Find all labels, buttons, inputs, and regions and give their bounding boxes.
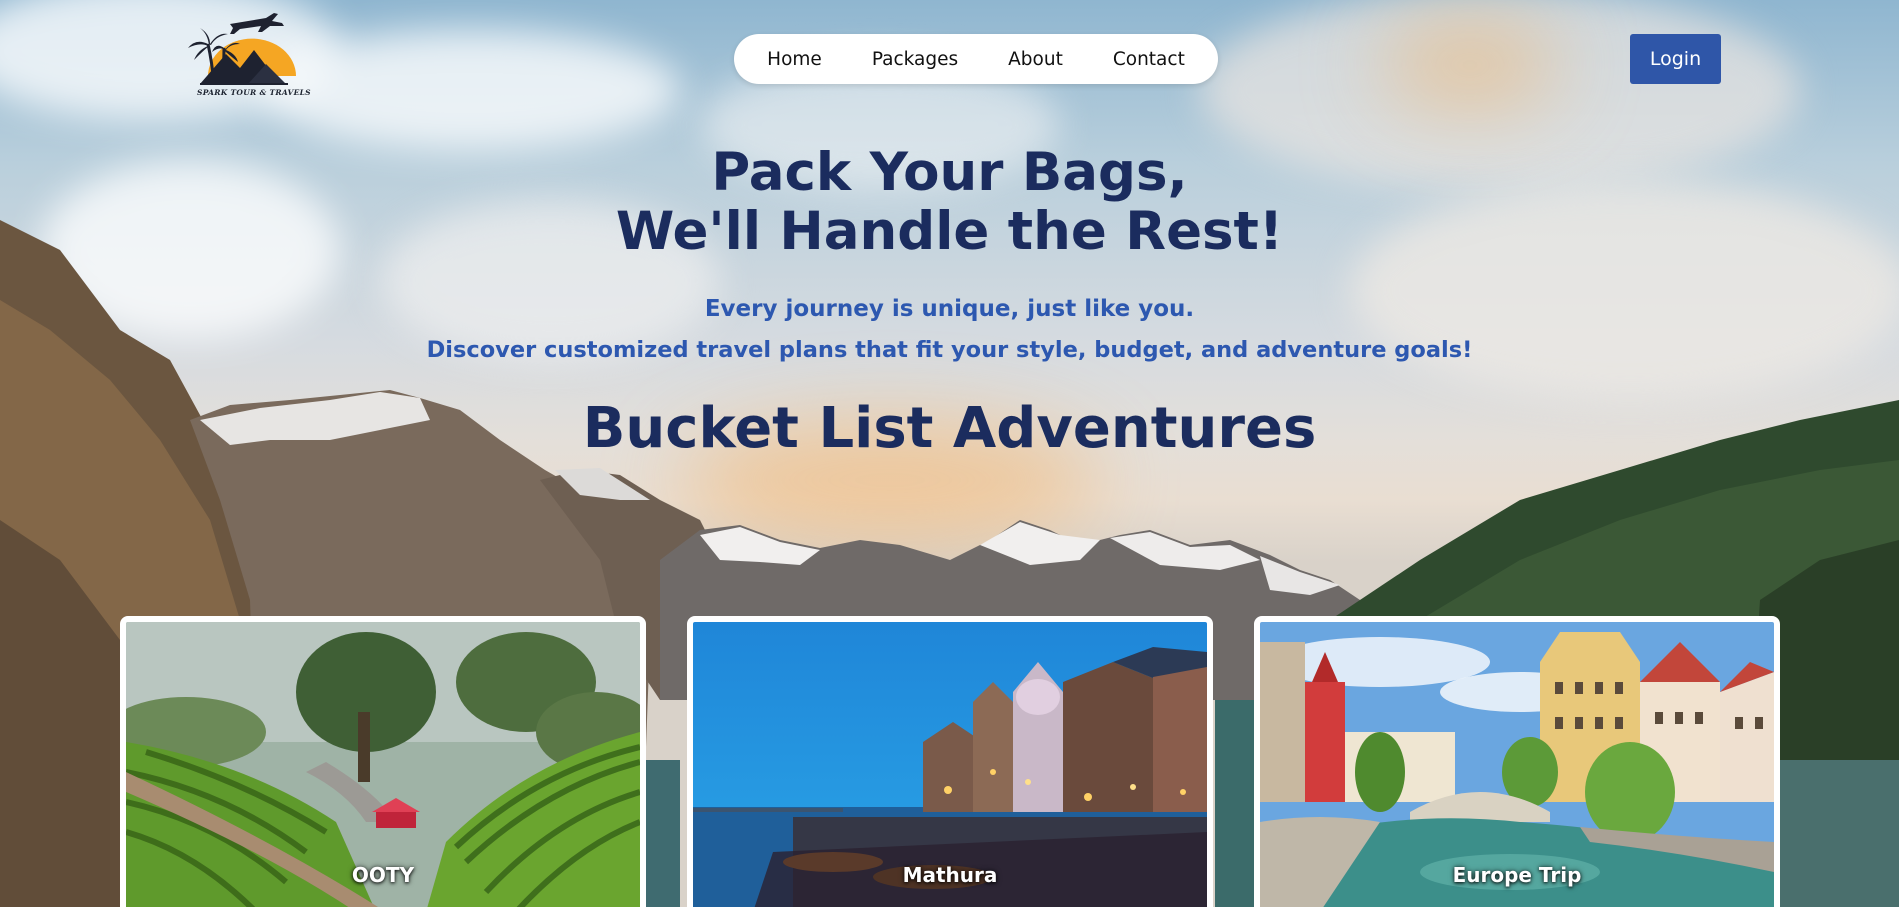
nav-packages[interactable]: Packages xyxy=(872,49,958,70)
destination-card-europe-trip[interactable]: Europe Trip xyxy=(1254,616,1780,907)
main-nav: Home Packages About Contact xyxy=(734,34,1218,84)
brand-logo[interactable]: SPARK TOUR & TRAVELS xyxy=(178,4,311,104)
river-ghats-image: Mathura xyxy=(693,622,1207,907)
destination-card-ooty[interactable]: OOTY xyxy=(120,616,646,907)
nav-about[interactable]: About xyxy=(1008,49,1063,70)
european-canal-image: Europe Trip xyxy=(1260,622,1774,907)
login-button[interactable]: Login xyxy=(1630,34,1721,84)
card-label-europe-trip: Europe Trip xyxy=(1452,863,1582,887)
hero-title-line2: We'll Handle the Rest! xyxy=(615,201,1284,262)
hero-subtitle-line2: Discover customized travel plans that fi… xyxy=(426,337,1473,363)
bucket-list-title: Bucket List Adventures xyxy=(582,396,1317,461)
card-label-mathura: Mathura xyxy=(902,863,998,887)
brand-name: SPARK TOUR & TRAVELS xyxy=(197,88,311,97)
destination-card-mathura[interactable]: Mathura xyxy=(687,616,1213,907)
nav-contact[interactable]: Contact xyxy=(1113,49,1185,70)
hero-title-line1: Pack Your Bags, xyxy=(711,142,1188,203)
nav-home[interactable]: Home xyxy=(767,49,822,70)
hero-subtitle-line1: Every journey is unique, just like you. xyxy=(704,296,1195,322)
card-label-ooty: OOTY xyxy=(351,863,415,887)
tea-plantation-image: OOTY xyxy=(126,622,640,907)
